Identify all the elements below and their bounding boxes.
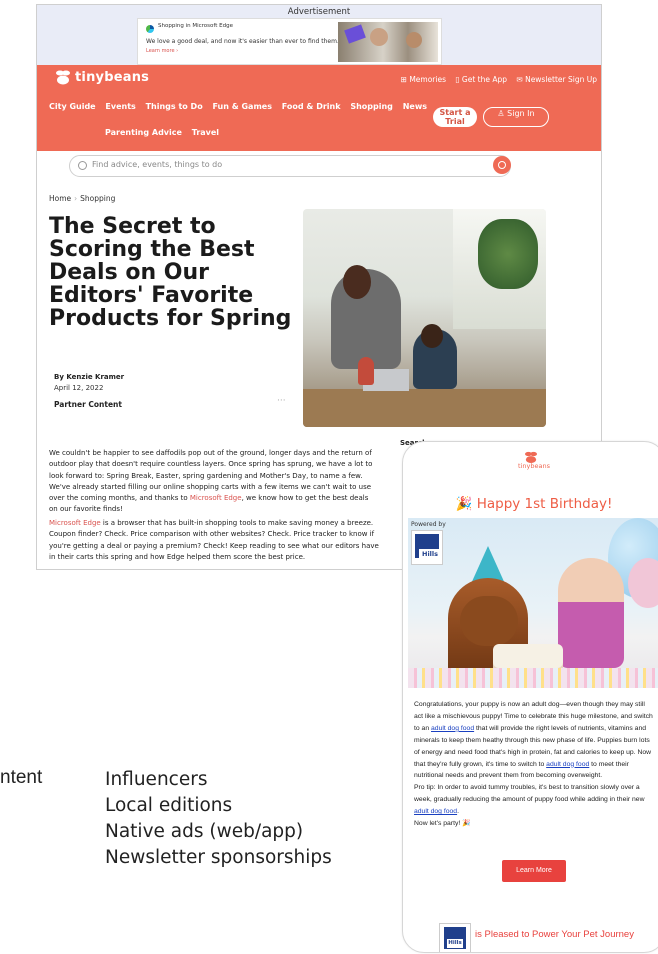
breadcrumb: Home › Shopping <box>49 194 115 203</box>
hero-plant <box>478 219 538 289</box>
breadcrumb-shopping[interactable]: Shopping <box>80 194 115 203</box>
search-button[interactable] <box>493 156 511 174</box>
edge-logo-icon <box>146 25 154 33</box>
email-logo-text: tinybeans <box>518 462 550 470</box>
list-item: Influencers <box>105 769 208 790</box>
list-item: Local editions <box>105 795 233 816</box>
microsoft-edge-link[interactable]: Microsoft Edge <box>49 519 101 527</box>
article-title: The Secret to Scoring the Best Deals on … <box>49 214 292 331</box>
slide-list: Influencers Local editions Native ads (w… <box>105 767 332 871</box>
tinybeans-logo-icon <box>56 70 70 85</box>
nav-travel[interactable]: Travel <box>192 128 219 137</box>
ad-image <box>338 22 438 62</box>
start-trial-button[interactable]: Start a Trial <box>433 107 477 127</box>
breadcrumb-home[interactable]: Home <box>49 194 71 203</box>
search-placeholder: Find advice, events, things to do <box>92 160 223 169</box>
main-nav: City Guide Events Things to Do Fun & Gam… <box>49 102 434 111</box>
nav-food-drink[interactable]: Food & Drink <box>282 102 341 111</box>
nav-news[interactable]: News <box>403 102 427 111</box>
newsletter-link[interactable]: ✉ Newsletter Sign Up <box>516 75 597 84</box>
user-icon: ♙ <box>497 109 508 118</box>
microsoft-edge-link[interactable]: Microsoft Edge <box>190 494 242 502</box>
hero-table <box>303 389 546 427</box>
ad-brand: Shopping in Microsoft Edge <box>158 23 233 29</box>
breadcrumb-separator: › <box>74 194 78 203</box>
get-app-link[interactable]: ▯ Get the App <box>455 75 507 84</box>
birthday-photo: Powered by Hills <box>408 518 658 688</box>
slide-left-text: ntent <box>0 767 43 788</box>
article-hero-image <box>303 209 546 427</box>
ad-label: Advertisement <box>287 7 351 17</box>
ad-learn-more-link[interactable]: Learn more › <box>146 48 178 54</box>
email-text: Pro tip: In order to avoid tummy trouble… <box>414 784 645 804</box>
price-tag-icon <box>344 24 366 44</box>
search-input[interactable]: Find advice, events, things to do <box>69 155 511 177</box>
hills-logo-mark: Hills <box>444 927 466 949</box>
ad-bar: Advertisement Shopping in Microsoft Edge… <box>37 5 601 65</box>
balloon <box>628 558 658 608</box>
email-mockup: tinybeans 🎉 Happy 1st Birthday! Powered … <box>402 441 658 953</box>
learn-more-button[interactable]: Learn More <box>502 860 566 882</box>
sign-in-button[interactable]: ♙ Sign In <box>483 107 549 127</box>
article-author[interactable]: By Kenzie Kramer <box>54 373 124 381</box>
search-icon <box>78 161 87 170</box>
adult-dog-food-link[interactable]: adult dog food <box>431 725 474 732</box>
more-options-icon[interactable]: ··· <box>277 396 286 406</box>
email-headline: 🎉 Happy 1st Birthday! <box>455 496 613 512</box>
hero-boy-head <box>421 324 443 348</box>
nav-fun-games[interactable]: Fun & Games <box>212 102 272 111</box>
nav-things-to-do[interactable]: Things to Do <box>146 102 203 111</box>
article-date: April 12, 2022 <box>54 384 104 392</box>
list-item: Native ads (web/app) <box>105 821 304 842</box>
sprinkles <box>408 668 658 688</box>
email-text: . <box>457 808 459 816</box>
ad-person <box>370 28 388 46</box>
memories-link[interactable]: ⊞ Memories <box>401 75 446 84</box>
dog-face <box>460 596 518 646</box>
article-paragraph: We couldn't be happier to see daffodils … <box>49 448 379 516</box>
partner-content-label: Partner Content <box>54 400 122 409</box>
utility-links: ⊞ Memories ▯ Get the App ✉ Newsletter Si… <box>394 75 597 84</box>
main-nav-row2: Parenting Advice Travel <box>105 128 226 137</box>
powered-by-label: Powered by <box>411 521 446 528</box>
ad-banner[interactable]: Shopping in Microsoft Edge We love a goo… <box>137 18 442 65</box>
ad-text: We love a good deal, and now it's easier… <box>146 38 339 45</box>
toddler <box>558 558 624 668</box>
sign-in-label: Sign In <box>507 109 535 118</box>
list-item: Newsletter sponsorships <box>105 847 332 868</box>
email-body: Congratulations, your puppy is now an ad… <box>414 699 654 830</box>
article-paragraph: Microsoft Edge is a browser that has bui… <box>49 518 379 563</box>
hero-flower <box>358 357 374 385</box>
hills-logo-word: Hills <box>419 549 441 559</box>
site-header: tinybeans ⊞ Memories ▯ Get the App ✉ New… <box>37 65 601 151</box>
adult-dog-food-link[interactable]: adult dog food <box>546 761 589 768</box>
nav-parenting-advice[interactable]: Parenting Advice <box>105 128 182 137</box>
hills-logo-icon: Hills <box>411 530 443 565</box>
adult-dog-food-link[interactable]: adult dog food <box>414 808 457 815</box>
hero-woman-head <box>343 265 371 299</box>
hills-logo-mark: Hills <box>415 534 441 559</box>
email-footer-text: is Pleased to Power Your Pet Journey <box>475 929 634 940</box>
hills-footer-logo-icon: Hills <box>439 923 471 952</box>
nav-city-guide[interactable]: City Guide <box>49 102 96 111</box>
email-text: Now let's party! 🎉 <box>414 820 471 828</box>
ad-person <box>406 32 422 48</box>
site-logo[interactable]: tinybeans <box>75 70 149 85</box>
hills-logo-word: Hills <box>447 939 463 948</box>
nav-events[interactable]: Events <box>105 102 135 111</box>
nav-shopping[interactable]: Shopping <box>350 102 393 111</box>
